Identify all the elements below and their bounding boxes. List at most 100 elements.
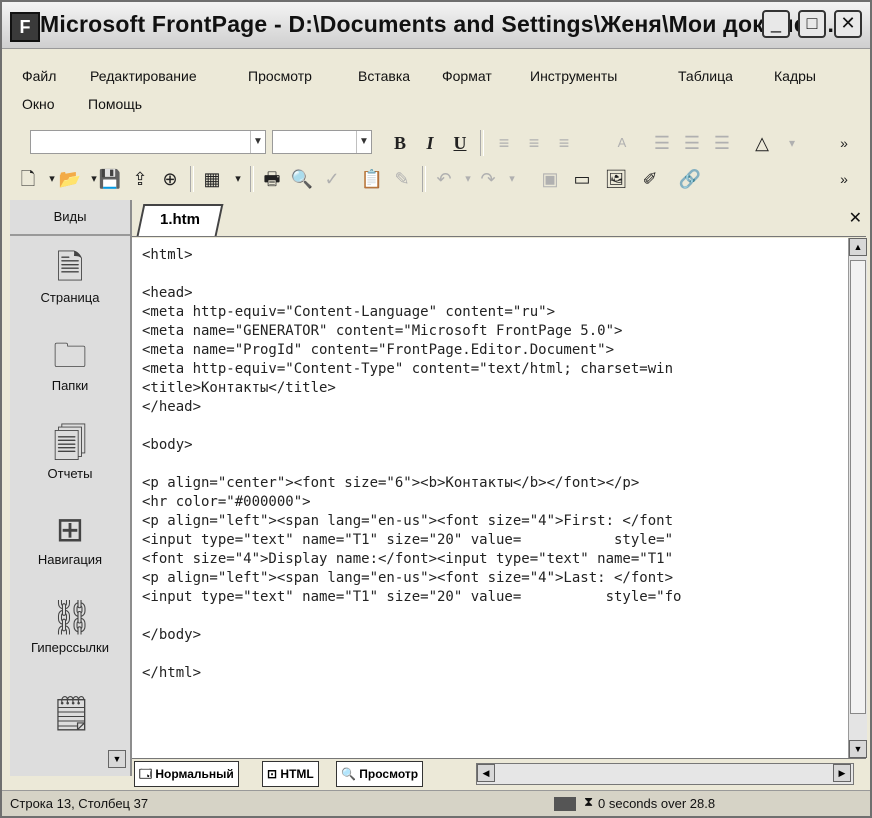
toolbar-overflow-icon[interactable]: » xyxy=(830,165,858,193)
maximize-button[interactable]: □ xyxy=(798,10,826,38)
web-component-insert-icon[interactable]: ▣ xyxy=(536,165,564,193)
font-size-icon[interactable]: A xyxy=(608,129,636,157)
view-page[interactable]: 🗎 Страница xyxy=(10,248,130,305)
tab-normal[interactable]: 🗔 Нормальный xyxy=(134,761,239,787)
publish-icon[interactable]: ⇪ xyxy=(126,165,154,193)
code-line[interactable]: <hr color="#000000"> xyxy=(142,493,681,512)
chevron-down-icon: ▼ xyxy=(250,131,265,153)
toggle-pane-icon[interactable]: ▦ xyxy=(198,165,226,193)
chevron-down-icon[interactable]: ▾ xyxy=(498,165,526,193)
title-bar: F Microsoft FrontPage - D:\Documents and… xyxy=(2,2,870,49)
code-line[interactable]: <meta http-equiv="Content-Type" content=… xyxy=(142,360,681,379)
scroll-thumb[interactable] xyxy=(850,260,866,714)
menu-view[interactable]: Просмотр xyxy=(248,68,312,84)
paste-icon[interactable]: 📋 xyxy=(358,165,386,193)
align-center-icon[interactable]: ≡ xyxy=(520,129,548,157)
font-select[interactable]: ▼ xyxy=(272,130,372,154)
tab-preview[interactable]: 🔍 Просмотр xyxy=(336,761,424,787)
code-line[interactable] xyxy=(142,265,681,284)
tab-html-label: HTML xyxy=(280,767,314,781)
highlight-color-icon[interactable]: △ xyxy=(748,129,776,157)
html-code-editor[interactable]: <html> <head> <meta http-equiv="Content-L… xyxy=(132,238,848,758)
code-line[interactable] xyxy=(142,645,681,664)
vertical-scrollbar[interactable]: ▲ ▼ xyxy=(848,238,867,758)
drawing-icon[interactable]: ✐ xyxy=(636,165,664,193)
views-scroll-down-button[interactable]: ▼ xyxy=(108,750,126,768)
menu-edit[interactable]: Редактирование xyxy=(90,68,197,84)
toolbar-separator xyxy=(422,166,426,192)
code-line[interactable]: <title>Контакты</title> xyxy=(142,379,681,398)
bold-button[interactable]: B xyxy=(386,129,414,157)
indent-icon[interactable]: ☰ xyxy=(708,129,736,157)
scroll-up-button[interactable]: ▲ xyxy=(849,238,867,256)
hyperlink-icon[interactable]: 🔗 xyxy=(676,165,704,193)
tab-html[interactable]: ⊡ HTML xyxy=(262,761,319,787)
code-text[interactable]: <html> <head> <meta http-equiv="Content-L… xyxy=(142,246,681,683)
code-line[interactable] xyxy=(142,455,681,474)
spelling-icon[interactable]: ✓ xyxy=(318,165,346,193)
view-label: Навигация xyxy=(37,552,103,567)
horizontal-scrollbar[interactable]: ◀ ▶ xyxy=(476,763,854,785)
scroll-right-button[interactable]: ▶ xyxy=(833,764,851,782)
chevron-down-icon[interactable]: ▾ xyxy=(224,165,252,193)
navigation-icon: ⊞ xyxy=(55,511,85,549)
code-line[interactable]: <body> xyxy=(142,436,681,455)
align-right-icon[interactable]: ≡ xyxy=(550,129,578,157)
code-line[interactable]: <p align="center"><font size="6"><b>Конт… xyxy=(142,474,681,493)
code-line[interactable]: </body> xyxy=(142,626,681,645)
minimize-button[interactable]: _ xyxy=(762,10,790,38)
chevron-down-icon[interactable]: ▾ xyxy=(778,129,806,157)
code-line[interactable]: <meta name="ProgId" content="FrontPage.E… xyxy=(142,341,681,360)
code-line[interactable]: <html> xyxy=(142,246,681,265)
code-line[interactable]: <input type="text" name="T1" size="20" v… xyxy=(142,531,681,550)
menu-help[interactable]: Помощь xyxy=(88,96,142,112)
code-line[interactable]: </html> xyxy=(142,664,681,683)
menu-frames[interactable]: Кадры xyxy=(774,68,816,84)
code-line[interactable]: <p align="left"><span lang="en-us"><font… xyxy=(142,512,681,531)
menu-table[interactable]: Таблица xyxy=(678,68,733,84)
code-line[interactable]: <meta http-equiv="Content-Language" cont… xyxy=(142,303,681,322)
style-select[interactable]: ▼ xyxy=(30,130,266,154)
bullet-list-icon[interactable]: ☰ xyxy=(678,129,706,157)
underline-button[interactable]: U xyxy=(446,129,474,157)
code-line[interactable]: <head> xyxy=(142,284,681,303)
code-line[interactable] xyxy=(142,607,681,626)
code-line[interactable]: </head> xyxy=(142,398,681,417)
italic-button[interactable]: I xyxy=(416,129,444,157)
view-tasks[interactable]: 🗒 xyxy=(10,694,130,734)
numbered-list-icon[interactable]: ☰ xyxy=(648,129,676,157)
print-icon[interactable]: 🖶 xyxy=(258,165,286,193)
menu-bar: Файл Редактирование Просмотр Вставка Фор… xyxy=(2,52,870,124)
menu-format[interactable]: Формат xyxy=(442,68,492,84)
tasks-icon: 🗒 xyxy=(50,695,94,733)
scroll-left-button[interactable]: ◀ xyxy=(477,764,495,782)
code-line[interactable]: <input type="text" name="T1" size="20" v… xyxy=(142,588,681,607)
code-line[interactable] xyxy=(142,417,681,436)
menu-tools[interactable]: Инструменты xyxy=(530,68,617,84)
format-painter-icon[interactable]: ✎ xyxy=(388,165,416,193)
menu-window[interactable]: Окно xyxy=(22,96,55,112)
web-component-icon[interactable]: ⊕ xyxy=(156,165,184,193)
status-bar: Строка 13, Столбец 37 ⧗ 0 seconds over 2… xyxy=(2,790,870,816)
close-document-icon[interactable]: ✕ xyxy=(849,208,862,228)
print-preview-icon[interactable]: 🔍 xyxy=(288,165,316,193)
insert-table-icon[interactable]: ▭ xyxy=(568,165,596,193)
close-button[interactable]: ✕ xyxy=(834,10,862,38)
view-hyperlinks[interactable]: ⛓ Гиперссылки xyxy=(10,598,130,655)
code-line[interactable]: <p align="left"><span lang="en-us"><font… xyxy=(142,569,681,588)
view-reports[interactable]: 🗐 Отчеты xyxy=(10,424,130,481)
code-line[interactable]: <font size="4">Display name:</font><inpu… xyxy=(142,550,681,569)
menu-insert[interactable]: Вставка xyxy=(358,68,410,84)
frontpage-app-icon[interactable]: F xyxy=(10,12,40,42)
scroll-down-button[interactable]: ▼ xyxy=(849,740,867,758)
align-left-icon[interactable]: ≡ xyxy=(490,129,518,157)
view-folders[interactable]: 🗀 Папки xyxy=(10,336,130,393)
document-tab[interactable]: 1.htm xyxy=(136,204,224,236)
save-icon[interactable]: 💾 xyxy=(96,165,124,193)
insert-picture-icon[interactable]: 🖼 xyxy=(602,165,630,193)
view-label: Папки xyxy=(51,378,89,393)
view-navigation[interactable]: ⊞ Навигация xyxy=(10,510,130,567)
toolbar-overflow-icon[interactable]: » xyxy=(830,129,858,157)
code-line[interactable]: <meta name="GENERATOR" content="Microsof… xyxy=(142,322,681,341)
menu-file[interactable]: Файл xyxy=(22,68,56,84)
